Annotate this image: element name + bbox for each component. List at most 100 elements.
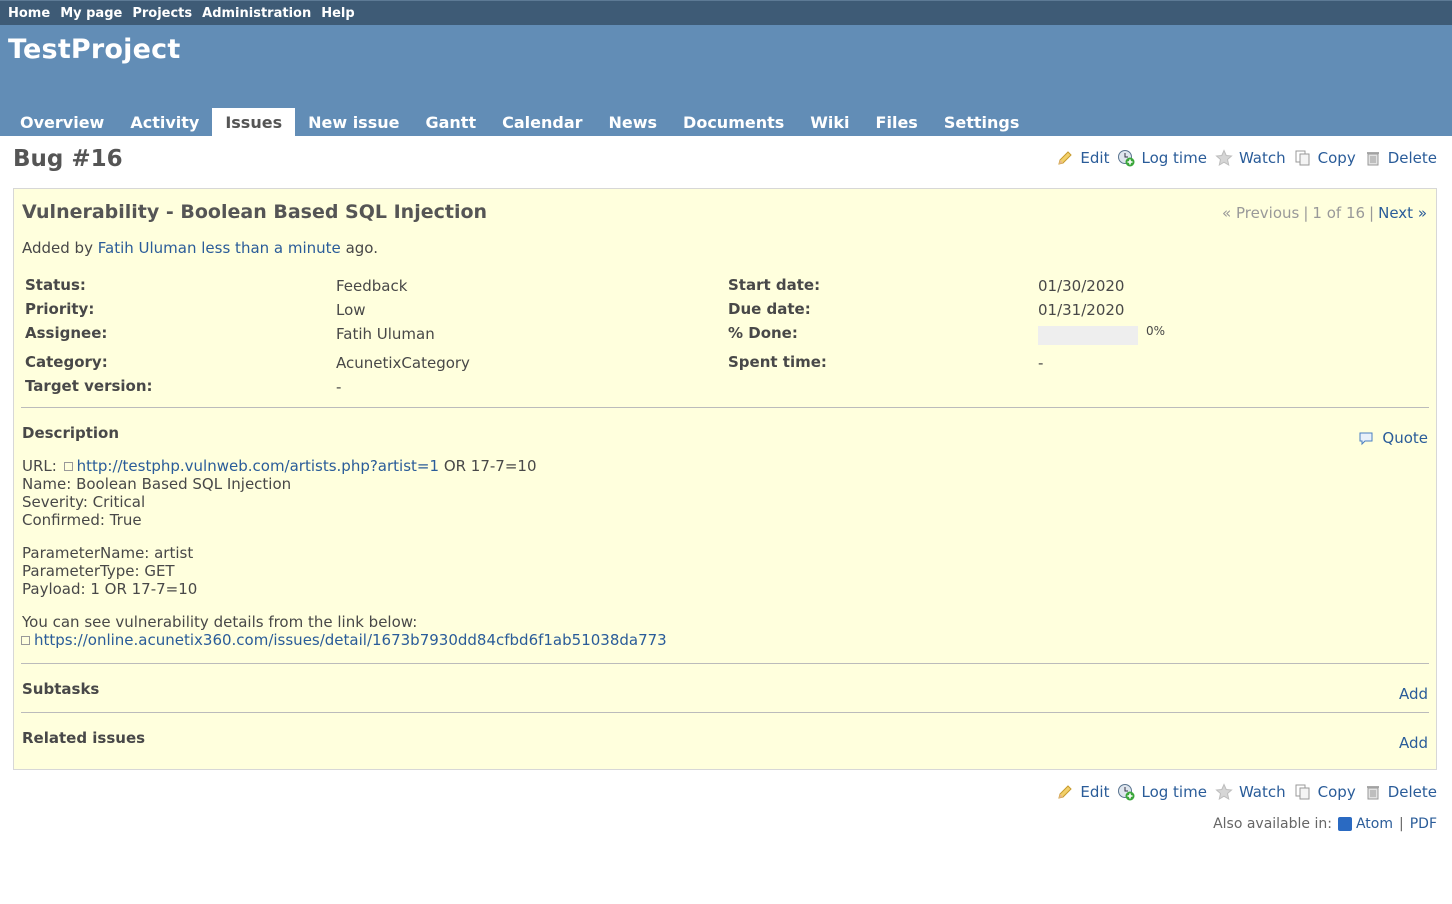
description-details-line: https://online.acunetix360.com/issues/de… xyxy=(21,631,667,649)
project-header: TestProject Overview Activity Issues New… xyxy=(0,25,1452,136)
tab-files[interactable]: Files xyxy=(863,108,931,136)
issue-actions-bottom: Edit Log time Watch Copy Delete xyxy=(1048,783,1437,801)
tab-activity[interactable]: Activity xyxy=(117,108,212,136)
issue-navigation: « Previous | 1 of 16 | Next » xyxy=(1222,204,1427,222)
tab-documents[interactable]: Documents xyxy=(670,108,797,136)
start-date-label: Start date: xyxy=(728,276,821,294)
done-label: % Done: xyxy=(728,324,798,342)
tab-calendar[interactable]: Calendar xyxy=(489,108,595,136)
atom-link[interactable]: Atom xyxy=(1356,816,1393,832)
also-available-label: Also available in: xyxy=(1213,816,1332,832)
also-available: Also available in: Atom | PDF xyxy=(1213,816,1437,832)
category-label: Category: xyxy=(25,353,108,371)
top-menu-projects[interactable]: Projects xyxy=(132,6,192,21)
tab-new-issue[interactable]: New issue xyxy=(295,108,412,136)
log-time-button[interactable]: Log time xyxy=(1117,783,1207,801)
tab-news[interactable]: News xyxy=(596,108,671,136)
log-time-button[interactable]: Log time xyxy=(1117,149,1207,167)
quote-label: Quote xyxy=(1382,429,1428,447)
tab-settings[interactable]: Settings xyxy=(931,108,1033,136)
edit-label: Edit xyxy=(1080,149,1110,167)
time-ago-link[interactable]: less than a minute xyxy=(201,239,341,257)
vulnerable-url-link[interactable]: http://testphp.vulnweb.com/artists.php?a… xyxy=(77,457,439,475)
status-label: Status: xyxy=(25,276,86,294)
add-related-issue-link[interactable]: Add xyxy=(1399,734,1428,752)
clock-add-icon xyxy=(1118,150,1135,167)
watch-label: Watch xyxy=(1238,783,1286,801)
comment-icon xyxy=(1359,432,1373,445)
next-link[interactable]: Next » xyxy=(1378,204,1427,222)
status-value: Feedback xyxy=(336,277,408,295)
log-time-label: Log time xyxy=(1141,149,1207,167)
description-url-line: URL: http://testphp.vulnweb.com/artists.… xyxy=(22,457,537,475)
target-version-label: Target version: xyxy=(25,377,153,395)
description-payload: Payload: 1 OR 17-7=10 xyxy=(22,580,198,598)
start-date-value: 01/30/2020 xyxy=(1038,277,1125,295)
tab-gantt[interactable]: Gantt xyxy=(412,108,489,136)
tab-issues[interactable]: Issues xyxy=(212,108,296,136)
details-link[interactable]: https://online.acunetix360.com/issues/de… xyxy=(34,631,667,649)
delete-button[interactable]: Delete xyxy=(1364,149,1437,167)
project-title: TestProject xyxy=(8,34,181,65)
top-menu-home[interactable]: Home xyxy=(8,6,50,21)
divider xyxy=(21,407,1429,408)
tab-overview[interactable]: Overview xyxy=(7,108,117,136)
issue-position: 1 of 16 xyxy=(1312,204,1366,222)
subtasks-title: Subtasks xyxy=(22,680,100,698)
due-date-value: 01/31/2020 xyxy=(1038,301,1125,319)
description-param-name: ParameterName: artist xyxy=(22,544,194,562)
top-menu-help[interactable]: Help xyxy=(321,6,354,21)
priority-value: Low xyxy=(336,301,366,319)
rss-feed-icon xyxy=(1337,817,1352,831)
issue-details: Vulnerability - Boolean Based SQL Inject… xyxy=(13,188,1437,770)
watch-button[interactable]: Watch xyxy=(1215,149,1286,167)
done-percent: 0% xyxy=(1146,324,1166,338)
clock-add-icon xyxy=(1118,784,1135,801)
trash-icon xyxy=(1366,786,1379,800)
edit-button[interactable]: Edit xyxy=(1056,783,1109,801)
author-line: Added by Fatih Uluman less than a minute… xyxy=(22,239,378,257)
delete-button[interactable]: Delete xyxy=(1364,783,1437,801)
external-link-icon xyxy=(63,462,73,471)
log-time-label: Log time xyxy=(1141,783,1207,801)
previous-link[interactable]: « Previous xyxy=(1222,204,1299,222)
add-subtask-link[interactable]: Add xyxy=(1399,685,1428,703)
top-menu-administration[interactable]: Administration xyxy=(202,6,311,21)
spent-time-label: Spent time: xyxy=(728,353,827,371)
copy-button[interactable]: Copy xyxy=(1294,149,1356,167)
description-name: Name: Boolean Based SQL Injection xyxy=(22,475,292,493)
issue-subject: Vulnerability - Boolean Based SQL Inject… xyxy=(22,201,488,223)
done-progress-bar xyxy=(1038,326,1138,345)
edit-button[interactable]: Edit xyxy=(1056,149,1109,167)
assignee-link[interactable]: Fatih Uluman xyxy=(336,325,435,343)
quote-button[interactable]: Quote xyxy=(1358,429,1428,447)
spent-time-value: - xyxy=(1038,354,1044,372)
copy-icon xyxy=(1295,784,1310,800)
pencil-icon xyxy=(1058,151,1073,165)
author-link[interactable]: Fatih Uluman xyxy=(98,239,197,257)
edit-label: Edit xyxy=(1080,783,1110,801)
star-icon xyxy=(1215,783,1233,801)
copy-label: Copy xyxy=(1317,783,1356,801)
top-menu: Home My page Projects Administration Hel… xyxy=(0,0,1452,25)
target-version-value: - xyxy=(336,378,342,396)
pencil-icon xyxy=(1058,785,1073,799)
pdf-link[interactable]: PDF xyxy=(1410,816,1437,832)
description-confirmed: Confirmed: True xyxy=(22,511,142,529)
category-value: AcunetixCategory xyxy=(336,354,470,372)
watch-button[interactable]: Watch xyxy=(1215,783,1286,801)
description-param-type: ParameterType: GET xyxy=(22,562,175,580)
star-icon xyxy=(1215,149,1233,167)
external-link-icon xyxy=(21,636,30,645)
divider xyxy=(21,712,1429,713)
delete-label: Delete xyxy=(1387,783,1437,801)
copy-button[interactable]: Copy xyxy=(1294,783,1356,801)
tab-wiki[interactable]: Wiki xyxy=(797,108,862,136)
main-menu: Overview Activity Issues New issue Gantt… xyxy=(7,108,1032,136)
due-date-label: Due date: xyxy=(728,300,811,318)
copy-icon xyxy=(1295,150,1310,166)
description-severity: Severity: Critical xyxy=(22,493,146,511)
top-menu-my-page[interactable]: My page xyxy=(60,6,122,21)
description-title: Description xyxy=(22,424,120,442)
priority-label: Priority: xyxy=(25,300,95,318)
